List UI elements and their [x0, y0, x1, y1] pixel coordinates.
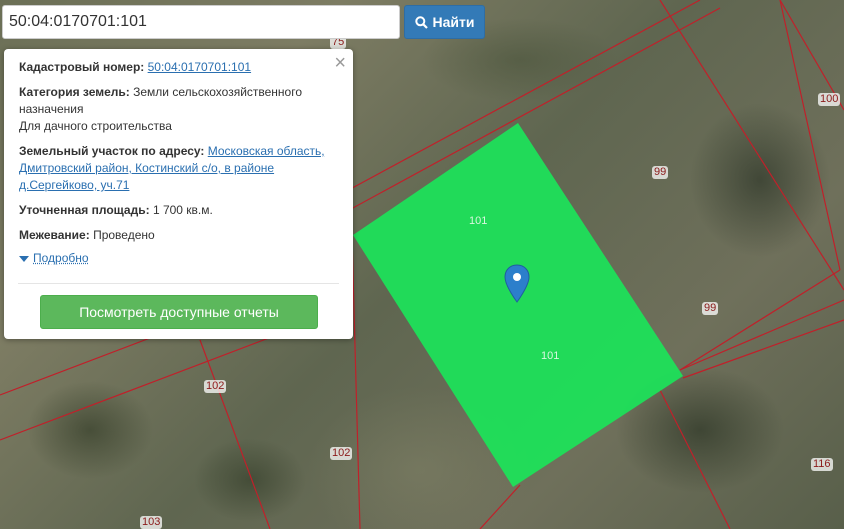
cadastral-number-link[interactable]: 50:04:0170701:101 — [148, 60, 251, 74]
lot-label: 99 — [702, 302, 719, 315]
land-category-row: Категория земель: Земли сельскохозяйстве… — [19, 84, 339, 135]
caret-down-icon — [19, 255, 29, 262]
search-icon — [414, 15, 428, 29]
cadastral-number-row: Кадастровый номер: 50:04:0170701:101 — [19, 59, 339, 76]
details-label: Подробно — [33, 251, 89, 265]
lot-label: 102 — [204, 380, 227, 393]
address-label: Земельный участок по адресу: — [19, 144, 205, 158]
lot-label: 116 — [811, 458, 833, 471]
parcel-info-popup: × Кадастровый номер: 50:04:0170701:101 К… — [4, 49, 353, 339]
survey-label: Межевание: — [19, 228, 90, 242]
area-row: Уточненная площадь: 1 700 кв.м. — [19, 202, 339, 219]
survey-row: Межевание: Проведено — [19, 227, 339, 244]
lot-label: 99 — [652, 166, 669, 179]
lot-label: 102 — [330, 447, 353, 460]
search-button[interactable]: Найти — [404, 5, 485, 39]
address-row: Земельный участок по адресу: Московская … — [19, 143, 339, 194]
lot-label: 103 — [140, 516, 163, 529]
selected-lot-label: 101 — [469, 215, 488, 227]
land-category-label: Категория земель: — [19, 85, 130, 99]
survey-value: Проведено — [93, 228, 155, 242]
divider — [18, 283, 339, 284]
details-toggle[interactable]: Подробно — [19, 250, 339, 267]
lot-label: 100 — [818, 93, 841, 106]
view-reports-button[interactable]: Посмотреть доступные отчеты — [40, 295, 318, 329]
cadastral-number-label: Кадастровый номер: — [19, 60, 145, 74]
cadastral-search-input[interactable] — [2, 5, 400, 39]
selected-lot-label: 101 — [541, 350, 560, 362]
area-value: 1 700 кв.м. — [152, 203, 213, 217]
search-button-label: Найти — [432, 14, 475, 30]
area-label: Уточненная площадь: — [19, 203, 150, 217]
close-icon[interactable]: × — [334, 53, 346, 73]
selected-parcel — [353, 123, 683, 487]
land-usage-value: Для дачного строительства — [19, 119, 172, 133]
